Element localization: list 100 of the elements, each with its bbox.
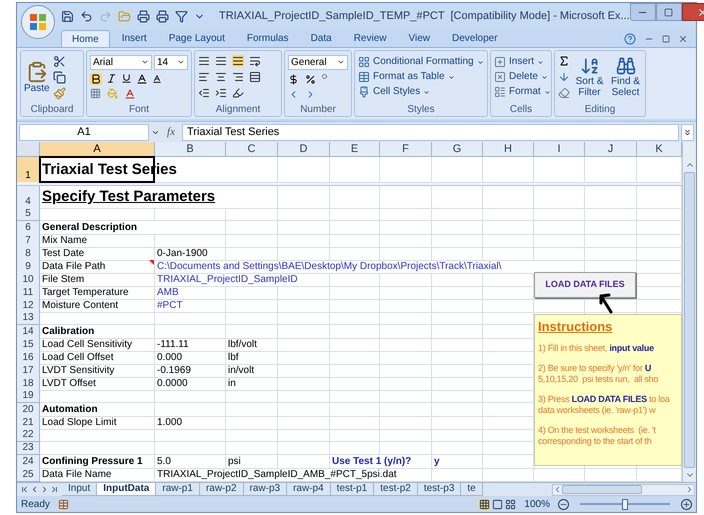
styles-menu-button[interactable]: Format as Table bbox=[373, 71, 445, 83]
cell-text: C:\Documents and Settings\BAE\Desktop\My Dropbox\Projects\Track\Triaxial\ bbox=[156, 260, 502, 273]
cell-text: #PCT bbox=[156, 299, 183, 312]
row-header[interactable]: 12 bbox=[17, 299, 40, 313]
row-header[interactable]: 16 bbox=[17, 351, 40, 365]
row-header[interactable]: 22 bbox=[17, 429, 40, 442]
cell-text: Moisture Content bbox=[41, 299, 118, 312]
font-name-field[interactable]: Arial bbox=[90, 54, 152, 70]
instruction-text: 2) Be sure to specify 'y/n' for U bbox=[538, 363, 652, 374]
row-header[interactable]: 10 bbox=[17, 273, 40, 287]
row-header[interactable]: 17 bbox=[17, 364, 40, 378]
column-header[interactable]: H bbox=[483, 142, 534, 157]
paste-button[interactable]: Paste bbox=[24, 60, 50, 94]
instruction-text: 3) Press LOAD DATA FILES to loa bbox=[538, 394, 670, 405]
row-header[interactable]: 7 bbox=[17, 234, 40, 248]
styles-menu-button[interactable]: Cell Styles bbox=[373, 86, 420, 98]
column-header[interactable]: E bbox=[330, 142, 380, 157]
group-label: Cells bbox=[510, 104, 532, 116]
row-header[interactable]: 18 bbox=[17, 377, 40, 391]
cell-text: -111.11 bbox=[156, 338, 189, 351]
cell-text: TRIAXIAL_ProjectID_SampleID bbox=[156, 273, 298, 286]
ribbon-tab[interactable]: Developer bbox=[442, 30, 508, 47]
instruction-text: data worksheets (ie. 'raw-p1') w bbox=[538, 405, 656, 416]
formula-field[interactable]: Triaxial Test Series bbox=[182, 124, 679, 140]
group-label: Font bbox=[128, 104, 149, 116]
load-data-files-button[interactable]: LOAD DATA FILES bbox=[534, 272, 636, 298]
column-header[interactable]: J bbox=[585, 142, 637, 157]
status-text: Ready bbox=[21, 498, 50, 512]
cell-text: 0.0000 bbox=[156, 377, 188, 390]
function-label[interactable]: fx bbox=[162, 124, 180, 140]
ribbon-tab[interactable]: View bbox=[398, 30, 440, 47]
cell-text: in/volt bbox=[227, 364, 254, 377]
group-heading: Calibration bbox=[41, 325, 94, 338]
ribbon-tab[interactable]: Formulas bbox=[236, 30, 299, 47]
prompt-text: Use Test 1 (y/n)? bbox=[331, 455, 412, 468]
editing-button[interactable]: Find & Select bbox=[609, 76, 642, 98]
row-header[interactable]: 23 bbox=[17, 442, 40, 455]
cell-text: 5.0 bbox=[156, 455, 171, 468]
ribbon-tab[interactable]: Home bbox=[61, 30, 110, 47]
group-label: Alignment bbox=[216, 104, 260, 116]
window-title: TRIAXIAL_ProjectID_SampleID_TEMP_#PCT [Compatibility Mode] - Microsoft Ex... bbox=[219, 9, 630, 24]
ribbon-tab[interactable]: Review bbox=[344, 30, 396, 47]
number-format-field[interactable]: General bbox=[288, 54, 348, 70]
row-header[interactable]: 4 bbox=[17, 186, 40, 209]
name-box[interactable]: A1 bbox=[19, 124, 149, 140]
cell-text: TRIAXIAL_ProjectID_SampleID_AMB_#PCT_5psi.dat bbox=[156, 468, 397, 481]
row-header[interactable]: 14 bbox=[17, 325, 40, 339]
row-header[interactable]: 25 bbox=[17, 468, 40, 482]
ribbon-tab[interactable]: Page Layout bbox=[158, 30, 235, 47]
instruction-text: 5,10,15,20 psi tests run, all sho bbox=[538, 374, 658, 385]
row-header[interactable]: 15 bbox=[17, 338, 40, 352]
column-header[interactable]: C bbox=[226, 142, 278, 157]
row-header[interactable]: 21 bbox=[17, 416, 40, 430]
sheet-tab[interactable]: InputData bbox=[97, 483, 156, 496]
group-heading: Confining Pressure 1 bbox=[41, 455, 143, 468]
column-header[interactable]: G bbox=[432, 142, 483, 157]
group-label: Number bbox=[300, 104, 336, 116]
group-heading: General Description bbox=[41, 221, 138, 234]
row-header[interactable]: 11 bbox=[17, 286, 40, 300]
column-header[interactable]: I bbox=[534, 142, 585, 157]
instructions-title: Instructions bbox=[538, 319, 612, 334]
cell-text: LVDT Sensitivity bbox=[41, 364, 114, 377]
column-header[interactable]: D bbox=[278, 142, 330, 157]
ribbon-tab[interactable]: Data bbox=[300, 30, 342, 47]
styles-menu-button[interactable]: Conditional Formatting bbox=[373, 56, 474, 68]
font-size-field[interactable]: 14 bbox=[154, 54, 188, 70]
row-header[interactable]: 24 bbox=[17, 455, 40, 469]
column-header[interactable]: F bbox=[380, 142, 432, 157]
column-header[interactable]: A bbox=[40, 142, 155, 157]
cells-menu-button[interactable]: Delete bbox=[509, 71, 538, 83]
row-header[interactable]: 19 bbox=[17, 390, 40, 403]
group-label: Editing bbox=[584, 104, 616, 116]
group-label: Styles bbox=[407, 104, 435, 116]
row-header[interactable]: 8 bbox=[17, 247, 40, 261]
cell-text: 1.000 bbox=[156, 416, 182, 429]
column-header[interactable]: B bbox=[155, 142, 226, 157]
cells-menu-button[interactable]: Format bbox=[509, 86, 541, 98]
prompt-text: y bbox=[433, 455, 440, 468]
group-heading: Automation bbox=[41, 403, 98, 416]
sheet-heading: Specify Test Parameters bbox=[41, 187, 216, 207]
row-header[interactable]: 1 bbox=[17, 157, 40, 183]
row-header[interactable]: 6 bbox=[17, 221, 40, 235]
ribbon-tab[interactable]: Insert bbox=[112, 30, 157, 47]
cell-text: -0.1969 bbox=[156, 364, 191, 377]
editing-button[interactable]: Sort & Filter bbox=[573, 76, 606, 98]
cell-text: File Stem bbox=[41, 273, 84, 286]
row-header[interactable]: 20 bbox=[17, 403, 40, 417]
cells-menu-button[interactable]: Insert bbox=[509, 56, 534, 68]
row-header[interactable]: 9 bbox=[17, 260, 40, 274]
cell-text: lbf/volt bbox=[227, 338, 257, 351]
cell-text: Load Cell Sensitivity bbox=[41, 338, 132, 351]
row-header[interactable]: 13 bbox=[17, 312, 40, 325]
cell-text: psi bbox=[227, 455, 241, 468]
cell-text: Load Slope Limit bbox=[41, 416, 116, 429]
cell-text: Data File Path bbox=[41, 260, 106, 273]
zoom-level[interactable]: 100% bbox=[524, 496, 550, 512]
cell-text: 0.000 bbox=[156, 351, 182, 364]
row-header[interactable]: 5 bbox=[17, 208, 40, 221]
cell-text: AMB bbox=[156, 286, 179, 299]
instruction-text: 1) Fill in this sheet, input value bbox=[538, 343, 654, 354]
